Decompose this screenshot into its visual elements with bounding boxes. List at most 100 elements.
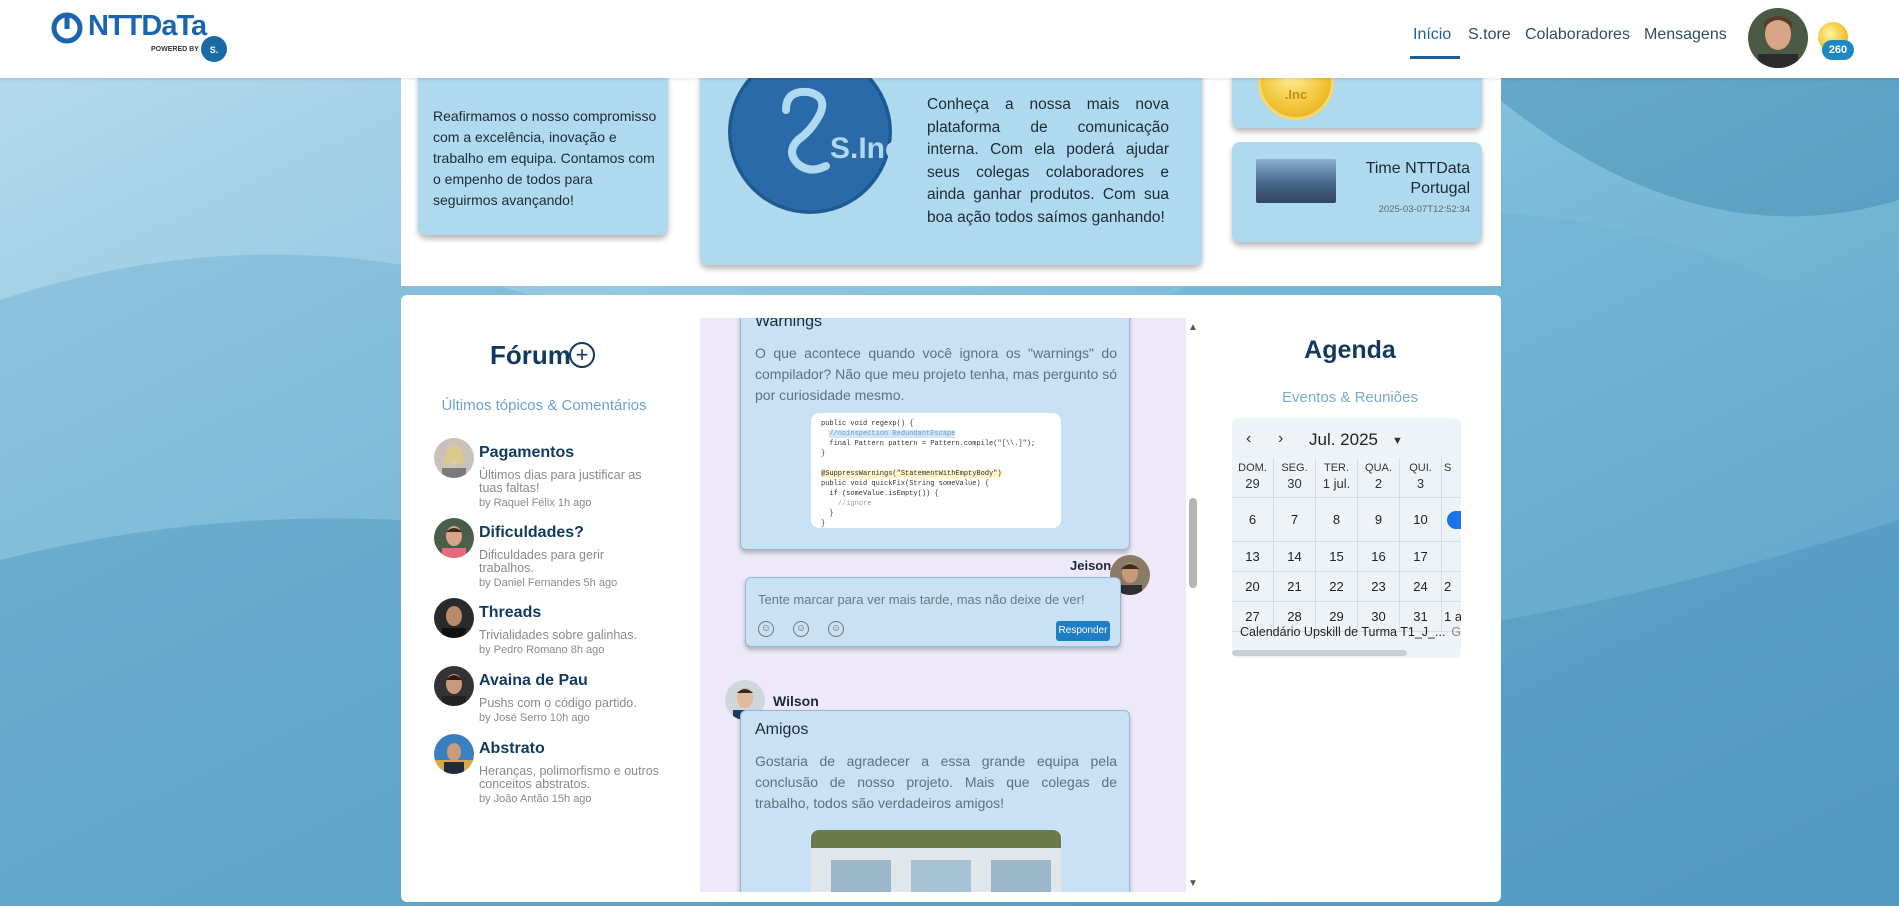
- calendar-day[interactable]: [1442, 542, 1461, 572]
- add-topic-button[interactable]: +: [569, 342, 595, 368]
- forum-subtitle: Últimos tópicos & Comentários: [441, 397, 647, 414]
- post-title: Warnings: [755, 318, 822, 330]
- add-reaction-icon[interactable]: ☺: [828, 621, 844, 637]
- emoji-icon[interactable]: ☺: [793, 621, 809, 637]
- nav-store[interactable]: S.tore: [1468, 26, 1511, 44]
- topic-author: by Pedro Romano 8h ago: [479, 644, 605, 656]
- post-card: Amigos Gostaria de agradecer a essa gran…: [740, 710, 1130, 892]
- topic-desc: Trivialidades sobre galinhas.: [479, 628, 637, 642]
- calendar-event[interactable]: Calendário Upskill de Turma T1_J_... G: [1240, 625, 1461, 639]
- calendar-horizontal-scrollbar[interactable]: [1232, 650, 1407, 656]
- calendar-day[interactable]: 24: [1400, 572, 1442, 602]
- reply-box: Tente marcar para ver mais tarde, mas nã…: [745, 577, 1121, 647]
- topic-desc: Últimos dias para justificar as tuas fal…: [479, 468, 642, 495]
- calendar-day[interactable]: 22: [1316, 572, 1358, 602]
- sinc-logo-text: S.Inc: [830, 132, 893, 165]
- calendar-day[interactable]: 6: [1232, 498, 1274, 542]
- brand-name: NTTDaTa: [88, 10, 207, 42]
- post-card: Warnings O que acontece quando você igno…: [740, 318, 1130, 550]
- calendar-day[interactable]: 2: [1442, 572, 1461, 602]
- topic-title: Pagamentos: [479, 444, 575, 461]
- forum-topic[interactable]: Avaina de Pau Pushs com o código partido…: [434, 666, 674, 742]
- nav-active-underline: [1410, 56, 1460, 59]
- nav-mensagens[interactable]: Mensagens: [1644, 26, 1727, 44]
- calendar-day[interactable]: 7: [1274, 498, 1316, 542]
- post-photo: [811, 830, 1061, 892]
- forum-feed[interactable]: Warnings O que acontece quando você igno…: [700, 318, 1186, 892]
- forum-title: Fórum: [490, 340, 571, 370]
- weekday-header: S: [1442, 458, 1461, 498]
- svg-text:S.: S.: [210, 45, 219, 55]
- calendar-day[interactable]: 15: [1316, 542, 1358, 572]
- nav-inicio[interactable]: Início: [1413, 26, 1451, 44]
- topic-title: Threads: [479, 604, 542, 621]
- sinc-small-logo-icon: S.: [201, 36, 227, 62]
- news-title: Time NTTData Portugal: [1365, 160, 1470, 197]
- weekday-header: QUA. 2: [1358, 458, 1400, 498]
- next-month-icon[interactable]: ›: [1278, 430, 1283, 448]
- calendar-day[interactable]: 10: [1400, 498, 1442, 542]
- post-body: Gostaria de agradecer a essa grande equi…: [755, 753, 1117, 811]
- news-date: 2025-03-07T12:52:34: [1378, 204, 1470, 215]
- top-bar: NTTDaTa POWERED BY S. Início S.tore Cola…: [0, 0, 1899, 78]
- calendar-day[interactable]: 8: [1316, 498, 1358, 542]
- sinc-logo-icon: S.Inc: [728, 70, 893, 214]
- calendar-day[interactable]: 16: [1358, 542, 1400, 572]
- emoji-icon[interactable]: ☺: [758, 621, 774, 637]
- weekday-header: QUI. 3: [1400, 458, 1442, 498]
- post-code-image: public void regexp() { //noinspection Re…: [811, 413, 1061, 528]
- reply-button[interactable]: Responder: [1056, 621, 1110, 641]
- topic-desc: Dificuldades para gerir trabalhos.: [479, 548, 605, 575]
- calendar-month[interactable]: Jul. 2025: [1309, 430, 1378, 450]
- ntt-data-logo[interactable]: NTTDaTa POWERED BY S.: [50, 10, 240, 66]
- nav-colaboradores[interactable]: Colaboradores: [1525, 26, 1630, 44]
- topic-title: Abstrato: [479, 740, 545, 757]
- announcement-text: Reafirmamos o nosso compromisso com a ex…: [433, 108, 657, 208]
- calendar-day[interactable]: 23: [1358, 572, 1400, 602]
- calendar-day[interactable]: 14: [1274, 542, 1316, 572]
- topic-avatar: [434, 734, 474, 774]
- topic-title: Avaina de Pau: [479, 672, 588, 689]
- topic-desc: Heranças, polimorfismo e outros conceito…: [479, 764, 659, 791]
- calendar-day[interactable]: 13: [1232, 542, 1274, 572]
- weekday-header: DOM. 29: [1232, 458, 1274, 498]
- calendar-day[interactable]: 20: [1232, 572, 1274, 602]
- reply-text: Tente marcar para ver mais tarde, mas nã…: [758, 592, 1085, 607]
- calendar: ‹ › Jul. 2025 ▼ DOM. 29 SEG. 30 TER. 1 jul.…: [1232, 418, 1461, 658]
- forum-topic[interactable]: Threads Trivialidades sobre galinhas. by…: [434, 598, 674, 674]
- news-card[interactable]: Time NTTData Portugal 2025-03-07T12:52:3…: [1232, 142, 1482, 242]
- topic-author: by Daniel Fernandes 5h ago: [479, 577, 618, 589]
- scroll-up-icon[interactable]: ▲: [1188, 322, 1198, 333]
- topic-desc: Pushs com o código partido.: [479, 696, 637, 710]
- weekday-header: SEG. 30: [1274, 458, 1316, 498]
- sinc-intro-card: S.Inc Conheça a nossa mais nova platafor…: [700, 70, 1202, 265]
- scroll-down-icon[interactable]: ▼: [1188, 878, 1198, 889]
- feed-scrollbar[interactable]: ▲ ▼: [1186, 320, 1200, 892]
- calendar-day[interactable]: 9: [1358, 498, 1400, 542]
- coin-card[interactable]: .Inc: [1232, 70, 1482, 128]
- forum-topic[interactable]: Pagamentos Últimos dias para justificar …: [434, 438, 674, 514]
- topic-avatar: [434, 666, 474, 706]
- sinc-intro-text: Conheça a nossa mais nova plataforma de …: [927, 96, 1169, 226]
- user-photo: [1748, 8, 1808, 68]
- prev-month-icon[interactable]: ‹: [1246, 430, 1251, 448]
- powered-by-label: POWERED BY: [151, 46, 199, 53]
- agenda-title: Agenda: [1304, 336, 1396, 364]
- calendar-day-today[interactable]: [1442, 498, 1461, 542]
- post-title: Amigos: [755, 721, 809, 738]
- topic-avatar: [434, 438, 474, 478]
- forum-topic[interactable]: Abstrato Heranças, polimorfismo e outros…: [434, 734, 674, 810]
- topic-author: by Raquel Félix 1h ago: [479, 497, 592, 509]
- topic-author: by José Serro 10h ago: [479, 712, 590, 724]
- calendar-day[interactable]: 17: [1400, 542, 1442, 572]
- calendar-day[interactable]: 21: [1274, 572, 1316, 602]
- topic-avatar: [434, 518, 474, 558]
- topic-avatar: [434, 598, 474, 638]
- scroll-thumb[interactable]: [1189, 498, 1197, 588]
- forum-topic[interactable]: Dificuldades? Dificuldades para gerir tr…: [434, 518, 674, 594]
- post-author-name: Wilson: [773, 693, 819, 709]
- reply-username: Jeison: [1070, 558, 1112, 573]
- topic-author: by João Antão 15h ago: [479, 793, 592, 805]
- month-dropdown-icon[interactable]: ▼: [1392, 435, 1403, 447]
- user-avatar[interactable]: [1748, 8, 1808, 68]
